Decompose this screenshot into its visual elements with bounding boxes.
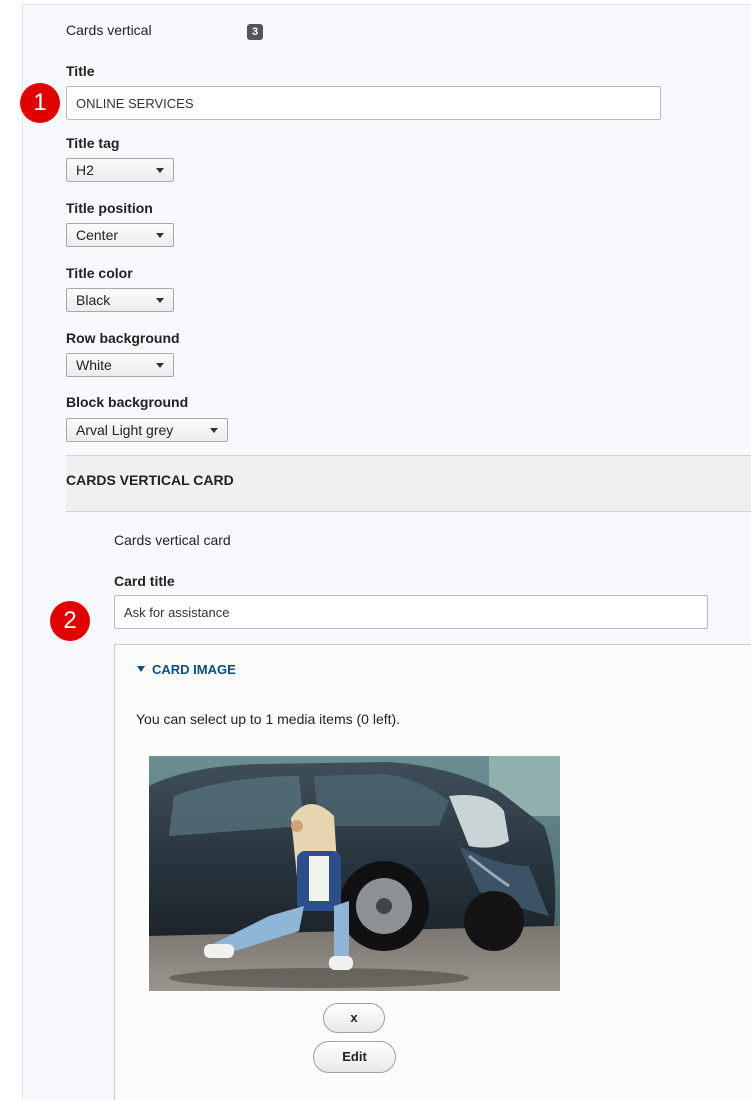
card-image-summary-toggle[interactable]: CARD IMAGE [137,662,236,677]
title-label: Title [66,63,95,79]
title-color-select[interactable]: Black [66,288,174,312]
card-title-input[interactable] [114,595,708,629]
title-position-select[interactable]: Center [66,223,174,247]
title-tag-value: H2 [76,162,94,178]
card-image-title: CARD IMAGE [152,662,236,677]
row-background-label: Row background [66,330,180,346]
title-input[interactable] [66,86,661,120]
remove-button[interactable]: x [323,1003,385,1033]
block-background-label: Block background [66,394,189,410]
chevron-down-icon [156,168,164,173]
row-background-value: White [76,357,112,373]
block-background-value: Arval Light grey [76,422,174,438]
chevron-down-icon [156,363,164,368]
card-title-label: Card title [114,573,175,589]
block-background-select[interactable]: Arval Light grey [66,418,228,442]
title-color-label: Title color [66,265,133,281]
row-background-select[interactable]: White [66,353,174,377]
paragraph-count-badge: 3 [247,24,263,40]
chevron-down-icon [156,233,164,238]
card-image-thumbnail [149,756,560,991]
photo-woman-car-icon [149,756,560,991]
callout-marker-2: 2 [50,601,90,641]
callout-marker-1: 1 [20,83,60,123]
title-tag-label: Title tag [66,135,120,151]
edit-button[interactable]: Edit [313,1041,396,1073]
triangle-down-icon [137,666,145,672]
title-position-label: Title position [66,200,153,216]
chevron-down-icon [156,298,164,303]
media-help-text: You can select up to 1 media items (0 le… [136,711,401,727]
section-title: CARDS VERTICAL CARD [66,472,234,488]
title-position-value: Center [76,227,119,243]
paragraph-type-label: Cards vertical [66,22,152,38]
chevron-down-icon [210,428,218,433]
title-color-value: Black [76,292,111,308]
title-tag-select[interactable]: H2 [66,158,174,182]
card-type-label: Cards vertical card [114,532,231,548]
